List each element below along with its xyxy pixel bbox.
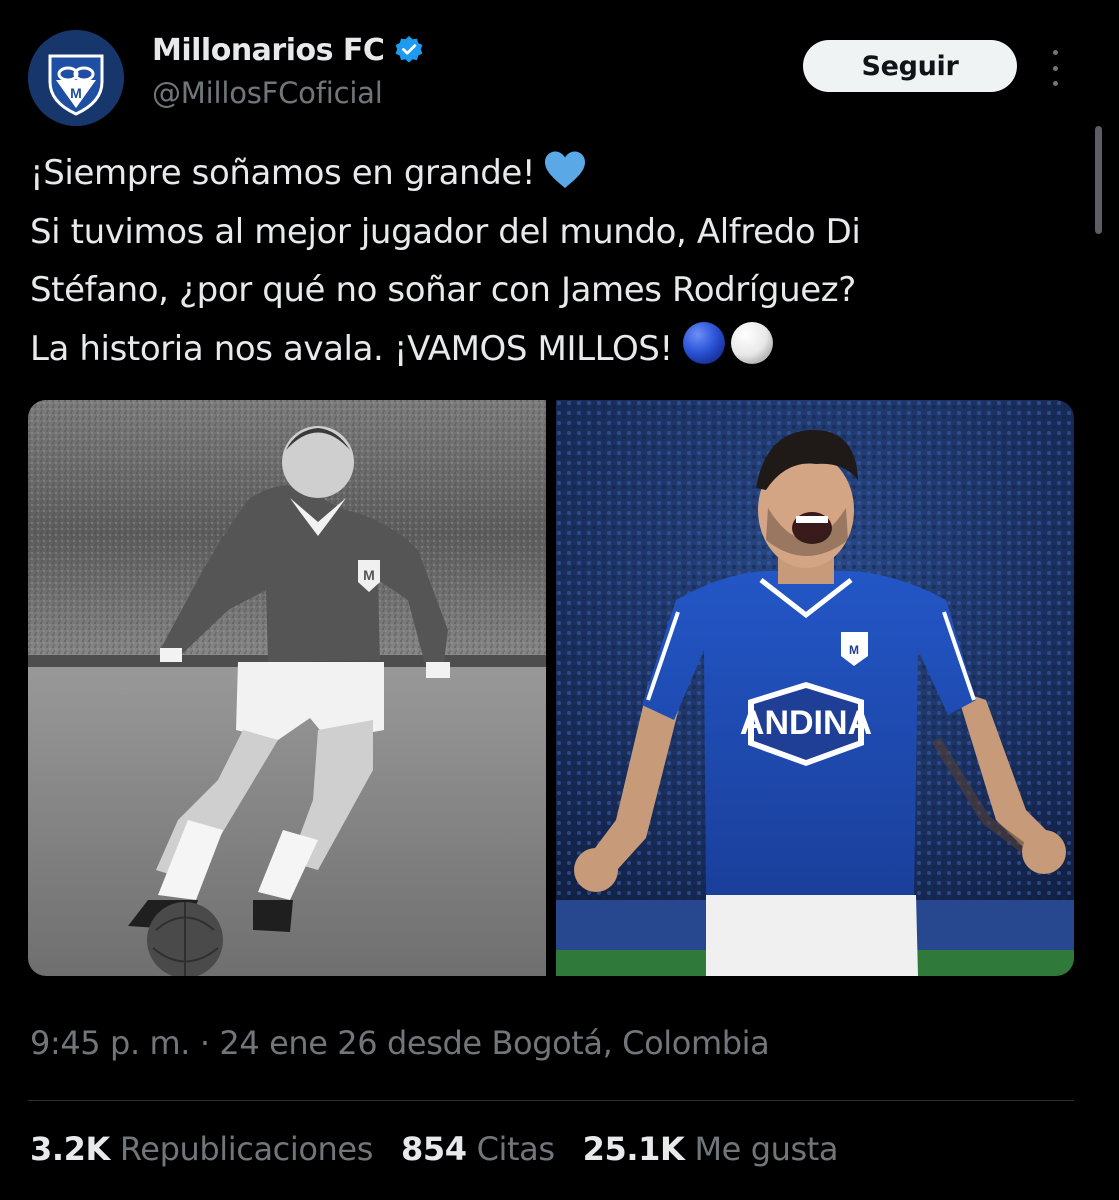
engagement-stats: 3.2K Republicaciones 854 Citas 25.1K Me … [30,1130,839,1168]
more-dot [1052,50,1058,55]
timestamp-location: desde Bogotá, Colombia [387,1024,770,1062]
media-grid: M ANDINA M [28,400,1074,976]
blue-heart-icon [545,151,586,188]
modern-photo: ANDINA M [556,400,1074,976]
scrollbar[interactable] [1095,126,1102,234]
more-dot [1052,65,1058,71]
display-name[interactable]: Millonarios FC [152,33,385,68]
timestamp-time[interactable]: 9:45 p. m. [30,1024,190,1062]
tweet-line-2: Si tuvimos al mejor jugador del mundo, A… [30,211,861,252]
tweet-line-1-text: ¡Siempre soñamos en grande! [30,153,536,193]
crest-letter: M [70,85,82,101]
shirt-badge: M [849,643,859,657]
media-image-james-rodriguez[interactable]: ANDINA M [556,400,1074,976]
stat-reposts[interactable]: 3.2K Republicaciones [30,1130,373,1168]
tweet-line-3: Stéfano, ¿por qué no soñar con James Rod… [30,270,856,310]
media-image-di-stefano[interactable]: M [28,400,546,976]
stat-likes-label: Me gusta [694,1130,839,1168]
white-circle-icon [730,321,773,364]
more-dot [1052,81,1058,86]
stat-quotes[interactable]: 854 Citas [401,1130,555,1168]
timestamp-separator: · [199,1024,210,1062]
timestamp-row: 9:45 p. m. · 24 ene 26 desde Bogotá, Col… [30,1024,770,1062]
stat-likes-value: 25.1K [582,1130,685,1168]
tweet-text: ¡Siempre soñamos en grande! Si tuvimos a… [30,144,1090,378]
tweet-line-1: ¡Siempre soñamos en grande! [30,144,1090,203]
vintage-shirt-badge: M [363,567,375,583]
tweet-card: M Millonarios FC @MillosFCoficial Seguir… [0,0,1119,1200]
stat-quotes-value: 854 [400,1130,467,1168]
author-handle[interactable]: @MillosFCoficial [152,76,383,110]
author-name-row[interactable]: Millonarios FC [152,30,424,70]
stat-quotes-label: Citas [476,1130,555,1168]
stat-reposts-value: 3.2K [30,1130,110,1168]
stat-likes[interactable]: 25.1K Me gusta [582,1130,839,1168]
avatar[interactable]: M [28,30,124,126]
follow-button[interactable]: Seguir [803,40,1017,92]
more-vertical-icon[interactable] [1042,50,1068,86]
divider [28,1100,1074,1101]
sponsor-text: ANDINA [740,704,872,742]
verified-badge-icon [396,36,423,63]
timestamp-date[interactable]: 24 ene 26 [219,1024,377,1062]
vintage-photo: M [28,400,546,976]
blue-circle-icon [682,321,725,364]
stat-reposts-label: Republicaciones [119,1130,373,1168]
tweet-line-4: La historia nos avala. ¡VAMOS MILLOS! [30,320,1090,379]
club-crest-icon: M [28,30,124,126]
tweet-line-4-text: La historia nos avala. ¡VAMOS MILLOS! [30,328,673,369]
